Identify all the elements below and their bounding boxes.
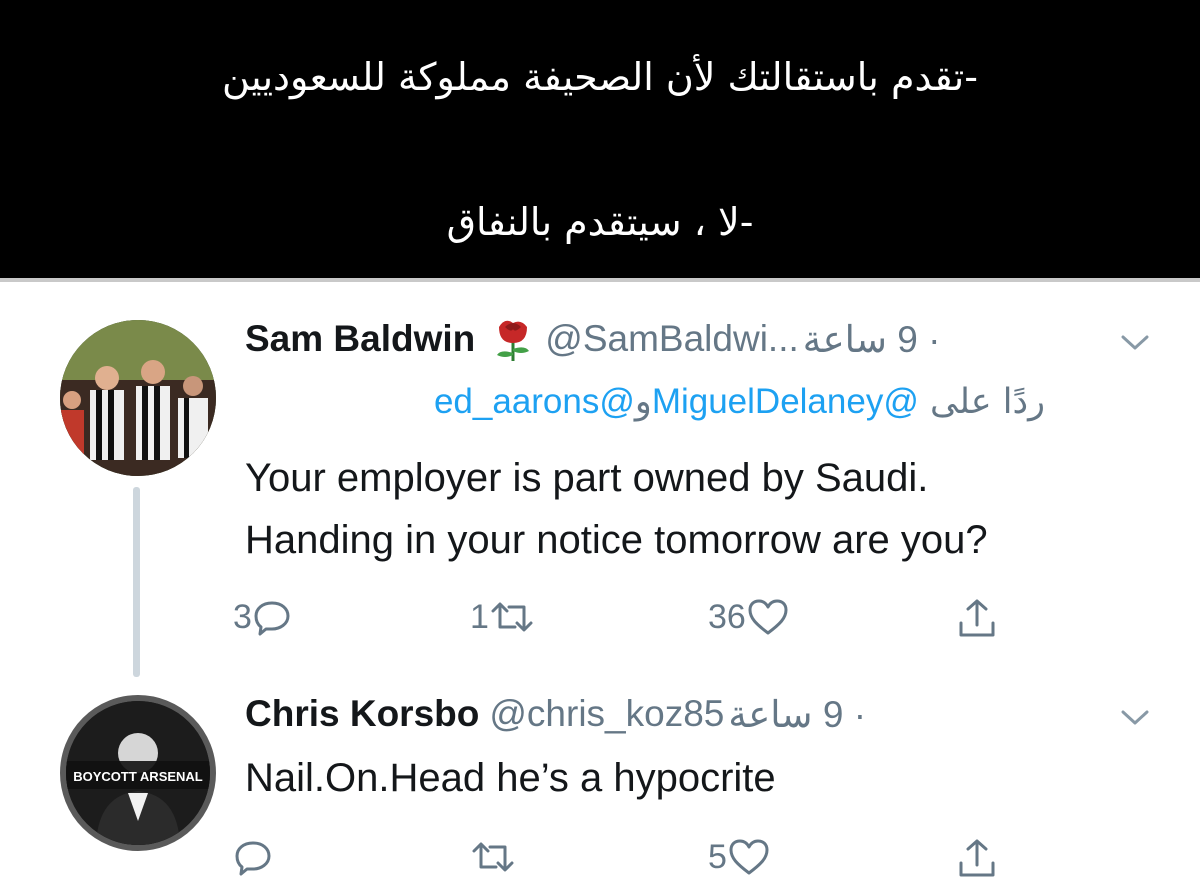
handle[interactable]: @chris_koz85	[489, 693, 724, 735]
action-bar: 3 1 36	[0, 597, 1200, 647]
retweet-icon	[489, 597, 535, 637]
share-button[interactable]	[955, 597, 999, 641]
display-name[interactable]: Sam Baldwin	[245, 318, 475, 360]
reply-joiner: و	[634, 382, 652, 422]
reply-button[interactable]	[233, 837, 273, 877]
like-button[interactable]: 36	[708, 597, 790, 637]
reply-count: 3	[233, 597, 252, 636]
timestamp[interactable]: · 9 ساعة	[728, 693, 866, 736]
timestamp[interactable]: · 9 ساعة	[803, 318, 941, 361]
caption-line-1: -تقدم باستقالتك لأن الصحيفة مملوكة للسعو…	[222, 55, 978, 99]
tweet-text: Nail.On.Head he’s a hypocrite	[245, 747, 776, 809]
caption-line-2: -لا ، سيتقدم بالنفاق	[446, 200, 754, 244]
tweet-sam-baldwin[interactable]: Sam Baldwin @SamBaldwi... · 9 ساعة ردًا …	[0, 282, 1200, 677]
thread-line	[133, 487, 140, 677]
mention-link[interactable]: @MiguelDelaney	[652, 382, 919, 421]
chevron-down-icon[interactable]	[1115, 327, 1155, 357]
display-name[interactable]: Chris Korsbo	[245, 693, 479, 735]
avatar-text: BOYCOTT ARSENAL	[73, 769, 203, 784]
tweet-text-line: Handing in your notice tomorrow are you?	[245, 518, 988, 562]
like-count: 36	[708, 597, 746, 636]
avatar[interactable]: BOYCOTT ARSENAL	[60, 695, 216, 851]
like-count: 5	[708, 837, 727, 876]
like-button[interactable]: 5	[708, 837, 771, 877]
like-icon	[727, 837, 771, 877]
retweet-icon	[470, 837, 516, 877]
retweet-button[interactable]: 1	[470, 597, 535, 637]
chevron-down-icon[interactable]	[1115, 702, 1155, 732]
tweet-header: Sam Baldwin @SamBaldwi... · 9 ساعة	[245, 314, 940, 364]
tweet-header: Chris Korsbo @chris_koz85 · 9 ساعة	[245, 689, 866, 739]
reply-context: ردًا على @MiguelDelaneyو@ed_aarons	[245, 382, 1045, 422]
tweet-text-line: Your employer is part owned by Saudi.	[245, 456, 929, 500]
tweet-text-line: Nail.On.Head he’s a hypocrite	[245, 756, 776, 800]
like-icon	[746, 597, 790, 637]
share-button[interactable]	[955, 837, 999, 881]
mention-link[interactable]: @ed_aarons	[434, 382, 635, 421]
handle[interactable]: @SamBaldwi...	[545, 318, 798, 360]
caption-banner: -تقدم باستقالتك لأن الصحيفة مملوكة للسعو…	[0, 0, 1200, 278]
retweet-count: 1	[470, 597, 489, 636]
tweet-chris-korsbo[interactable]: BOYCOTT ARSENAL Chris Korsbo @chris_koz8…	[0, 677, 1200, 885]
retweet-button[interactable]	[470, 837, 516, 877]
reply-icon	[252, 597, 292, 637]
reply-icon	[233, 837, 273, 877]
action-bar: 5	[0, 837, 1200, 885]
tweet-text: Your employer is part owned by Saudi. Ha…	[245, 447, 988, 571]
reply-prefix: ردًا على	[930, 382, 1045, 422]
avatar[interactable]	[60, 320, 216, 476]
reply-button[interactable]: 3	[233, 597, 292, 637]
rose-icon	[491, 315, 535, 363]
share-icon	[955, 837, 999, 881]
share-icon	[955, 597, 999, 641]
